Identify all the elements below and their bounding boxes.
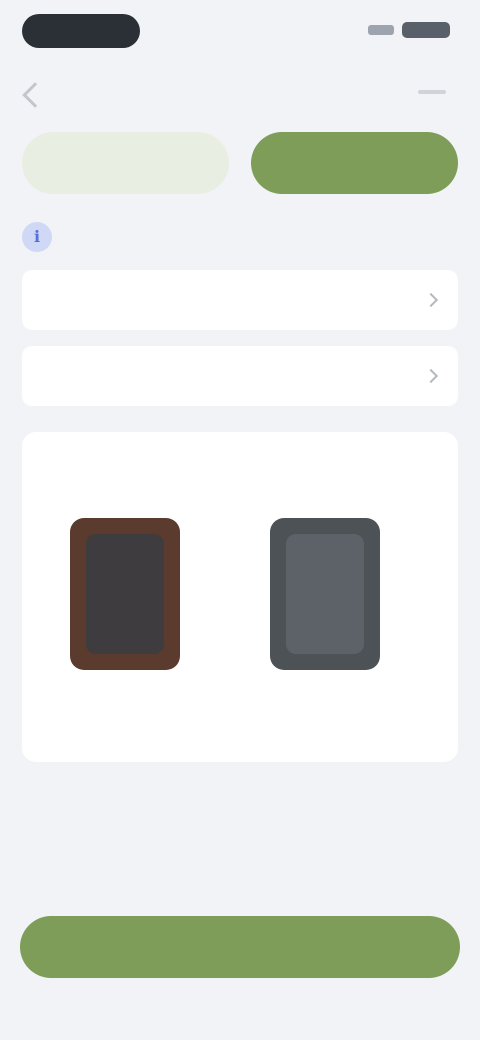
- overflow-menu-icon[interactable]: [418, 90, 446, 94]
- primary-action-button[interactable]: [20, 916, 460, 978]
- chevron-right-icon: [423, 292, 439, 308]
- signal-icon: [368, 25, 394, 35]
- product-card[interactable]: [242, 510, 422, 740]
- recommendations-card: [22, 432, 458, 762]
- product-image[interactable]: [70, 518, 180, 670]
- status-icons: [368, 22, 450, 38]
- page-title: [96, 86, 366, 112]
- chevron-right-icon: [423, 368, 439, 384]
- status-bar: [0, 0, 480, 56]
- product-card[interactable]: [42, 510, 222, 740]
- product-image[interactable]: [270, 518, 380, 670]
- info-row: ℹ: [22, 220, 458, 254]
- battery-icon: [402, 22, 450, 38]
- field-row-1[interactable]: [22, 270, 458, 330]
- summary-row: [22, 872, 458, 904]
- status-time-pill: [22, 14, 140, 48]
- tab-option-2[interactable]: [251, 132, 458, 194]
- top-bar: [0, 60, 480, 130]
- tab-option-1[interactable]: [22, 132, 229, 194]
- field-row-2[interactable]: [22, 346, 458, 406]
- tab-bar: [22, 132, 458, 194]
- back-arrow-icon[interactable]: [22, 82, 48, 108]
- info-icon: ℹ: [22, 222, 52, 252]
